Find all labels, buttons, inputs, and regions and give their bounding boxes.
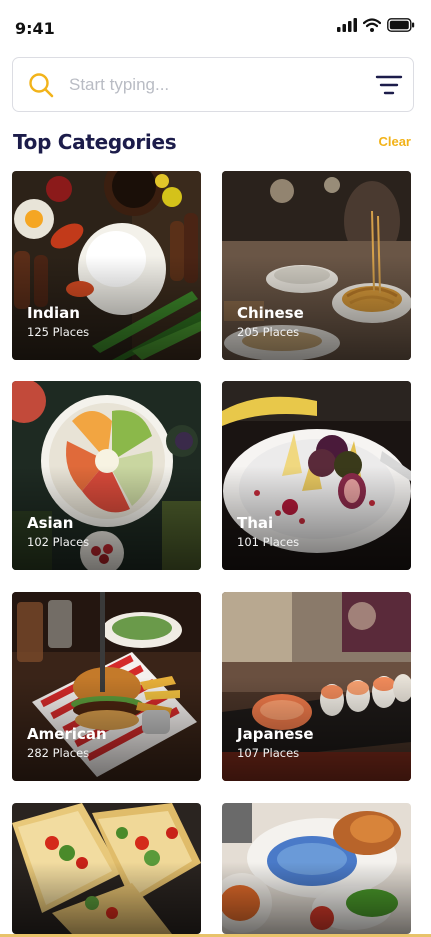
category-card-japanese[interactable]: Japanese 107 Places bbox=[222, 592, 411, 781]
category-card-thai[interactable]: Thai 101 Places bbox=[222, 381, 411, 570]
filter-icon[interactable] bbox=[375, 73, 403, 97]
signal-icon bbox=[337, 18, 357, 32]
section-title: Top Categories bbox=[13, 130, 177, 154]
category-card-8[interactable] bbox=[222, 803, 411, 934]
search-box bbox=[12, 57, 414, 112]
category-places: 205 Places bbox=[237, 325, 300, 339]
category-name: Thai bbox=[237, 514, 274, 532]
category-name: Asian bbox=[27, 514, 74, 532]
clear-button[interactable]: Clear bbox=[378, 134, 411, 149]
category-name: Chinese bbox=[237, 304, 304, 322]
category-name: Indian bbox=[27, 304, 80, 322]
battery-icon bbox=[387, 18, 415, 32]
category-card-american[interactable]: American 282 Places bbox=[12, 592, 201, 781]
search-icon bbox=[29, 73, 54, 98]
wifi-icon bbox=[363, 18, 381, 32]
category-places: 101 Places bbox=[237, 535, 300, 549]
category-places: 107 Places bbox=[237, 746, 300, 760]
category-name: American bbox=[27, 725, 107, 743]
category-card-7[interactable] bbox=[12, 803, 201, 934]
status-time: 9:41 bbox=[15, 19, 55, 38]
category-places: 125 Places bbox=[27, 325, 90, 339]
status-icons bbox=[337, 18, 415, 32]
category-places: 102 Places bbox=[27, 535, 90, 549]
status-bar: 9:41 bbox=[0, 0, 431, 56]
category-places: 282 Places bbox=[27, 746, 90, 760]
category-card-asian[interactable]: Asian 102 Places bbox=[12, 381, 201, 570]
card-shade bbox=[12, 803, 201, 934]
category-card-indian[interactable]: Indian 125 Places bbox=[12, 171, 201, 360]
search-input[interactable] bbox=[69, 70, 359, 100]
card-shade bbox=[222, 803, 411, 934]
category-card-chinese[interactable]: Chinese 205 Places bbox=[222, 171, 411, 360]
category-name: Japanese bbox=[237, 725, 314, 743]
